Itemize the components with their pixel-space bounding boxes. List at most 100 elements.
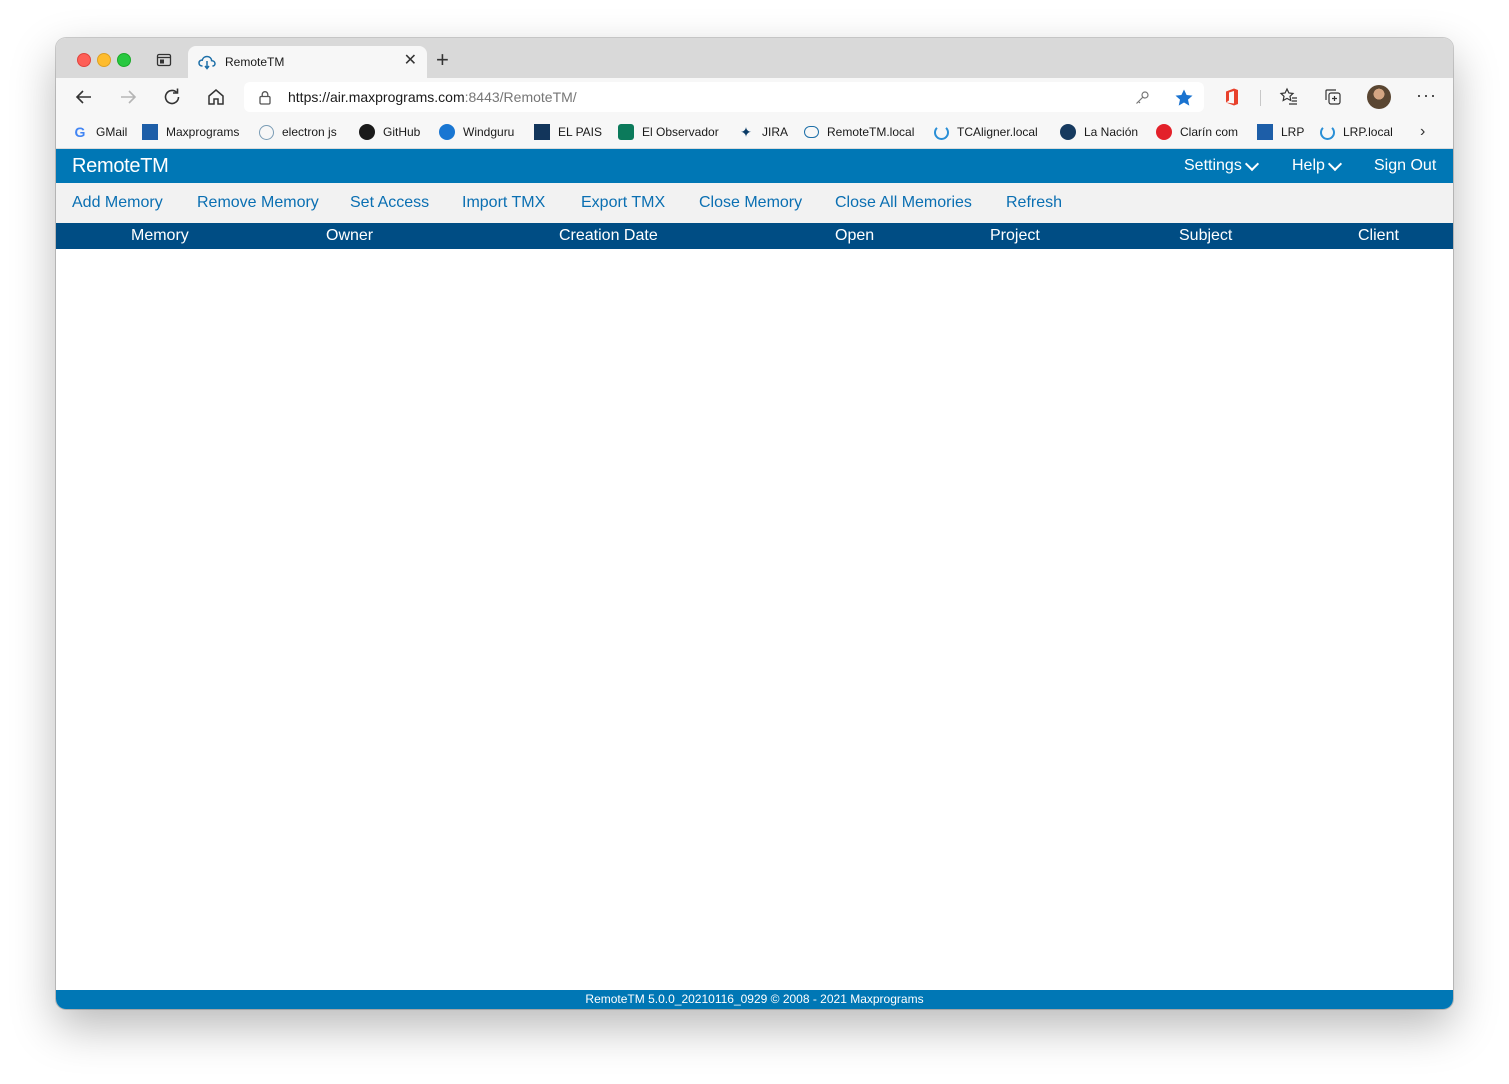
new-tab-icon[interactable]: + xyxy=(436,49,449,71)
bookmark-label: EL PAIS xyxy=(558,125,603,139)
chevron-down-icon xyxy=(1244,156,1259,172)
settings-menu[interactable]: Settings xyxy=(1184,156,1259,175)
set-access-link[interactable]: Set Access xyxy=(350,194,429,212)
bookmark-maxprograms[interactable]: Maxprograms xyxy=(142,122,239,142)
help-menu[interactable]: Help xyxy=(1292,156,1342,175)
column-header-open[interactable]: Open xyxy=(835,227,874,245)
browser-toolbar: https://air.maxprograms.com:8443/RemoteT… xyxy=(56,78,1453,116)
url-host: https://air.maxprograms.com xyxy=(288,89,465,105)
bookmark-remotetm-local[interactable]: RemoteTM.local xyxy=(804,122,914,142)
bookmark-label: JIRA xyxy=(762,125,789,139)
favorites-icon[interactable] xyxy=(1279,87,1299,107)
maximize-window-button[interactable] xyxy=(117,53,131,67)
collections-icon[interactable] xyxy=(1323,87,1343,107)
clarin-icon xyxy=(1156,124,1172,140)
back-icon[interactable] xyxy=(73,86,95,108)
sign-out-link[interactable]: Sign Out xyxy=(1374,157,1436,175)
close-window-button[interactable] xyxy=(77,53,91,67)
url-text: https://air.maxprograms.com:8443/RemoteT… xyxy=(288,89,577,105)
column-header-project[interactable]: Project xyxy=(990,227,1040,245)
lrp-icon xyxy=(1257,124,1273,140)
electron-icon xyxy=(259,124,274,140)
close-tab-icon[interactable]: ✕ xyxy=(404,53,417,69)
column-header-subject[interactable]: Subject xyxy=(1179,227,1232,245)
lock-icon[interactable] xyxy=(258,90,272,105)
bookmark-tcaligner-local[interactable]: TCAligner.local xyxy=(934,122,1038,142)
forward-icon[interactable] xyxy=(117,86,139,108)
bookmark-label: LRP.local xyxy=(1343,125,1393,139)
remove-memory-link[interactable]: Remove Memory xyxy=(197,194,319,212)
app-footer: RemoteTM 5.0.0_20210116_0929 © 2008 - 20… xyxy=(56,990,1453,1009)
tcaligner-icon xyxy=(934,124,949,140)
column-header-memory[interactable]: Memory xyxy=(131,227,189,245)
close-memory-link[interactable]: Close Memory xyxy=(699,194,802,212)
key-icon[interactable] xyxy=(1134,90,1150,106)
bookmark-clarin[interactable]: Clarín com xyxy=(1156,122,1238,142)
elobservador-icon xyxy=(618,124,634,140)
lanacion-icon xyxy=(1060,124,1076,140)
bookmark-label: GitHub xyxy=(383,125,421,139)
close-all-memories-link[interactable]: Close All Memories xyxy=(835,194,972,212)
bookmark-gmail[interactable]: G GMail xyxy=(72,122,128,142)
chevron-down-icon xyxy=(1327,156,1342,172)
column-header-owner[interactable]: Owner xyxy=(326,227,373,245)
import-tmx-link[interactable]: Import TMX xyxy=(462,194,545,212)
bookmark-elobservador[interactable]: El Observador xyxy=(618,122,719,142)
bookmark-lrp-local[interactable]: LRP.local xyxy=(1320,122,1393,142)
sign-out-label: Sign Out xyxy=(1374,157,1437,174)
bookmark-lanacion[interactable]: La Nación xyxy=(1060,122,1138,142)
home-icon[interactable] xyxy=(205,86,227,108)
refresh-link[interactable]: Refresh xyxy=(1006,194,1062,212)
tab-title: RemoteTM xyxy=(225,55,285,69)
bookmark-label: electron js xyxy=(282,125,337,139)
bookmark-jira[interactable]: ✦ JIRA xyxy=(738,122,788,142)
memory-table-header: Memory Owner Creation Date Open Project … xyxy=(56,223,1453,249)
bookmark-label: Windguru xyxy=(463,125,515,139)
cloud-sync-icon xyxy=(198,55,216,70)
elpais-icon xyxy=(534,124,550,140)
help-menu-label: Help xyxy=(1292,157,1325,174)
chevron-right-icon[interactable]: › xyxy=(1420,123,1425,141)
column-header-client[interactable]: Client xyxy=(1358,227,1399,245)
bookmark-label: TCAligner.local xyxy=(957,125,1038,139)
remotetm-icon xyxy=(804,126,819,138)
settings-menu-label: Settings xyxy=(1184,157,1242,174)
address-bar[interactable]: https://air.maxprograms.com:8443/RemoteT… xyxy=(244,82,1204,112)
bookmark-label: El Observador xyxy=(642,125,719,139)
action-bar: Add Memory Remove Memory Set Access Impo… xyxy=(56,183,1453,223)
jira-icon: ✦ xyxy=(740,124,752,140)
profile-avatar[interactable] xyxy=(1367,85,1391,109)
github-icon xyxy=(359,124,375,140)
google-icon: G xyxy=(74,124,86,140)
export-tmx-link[interactable]: Export TMX xyxy=(581,194,665,212)
add-memory-link[interactable]: Add Memory xyxy=(72,194,163,212)
minimize-window-button[interactable] xyxy=(97,53,111,67)
reload-icon[interactable] xyxy=(161,86,183,108)
bookmark-electron[interactable]: electron js xyxy=(259,122,337,142)
tab-remotetm[interactable]: RemoteTM ✕ xyxy=(188,46,427,78)
bookmark-lrp[interactable]: LRP xyxy=(1257,122,1304,142)
office-icon[interactable] xyxy=(1222,87,1242,107)
favorite-star-icon[interactable] xyxy=(1174,88,1194,108)
app-header: RemoteTM Settings Help Sign Out xyxy=(56,149,1453,183)
bookmark-label: GMail xyxy=(96,125,128,139)
tab-actions-icon[interactable] xyxy=(156,52,172,68)
url-path: :8443/RemoteTM/ xyxy=(464,89,577,105)
bookmarks-bar: G GMail Maxprograms electron js GitHub W… xyxy=(56,116,1453,149)
browser-window: RemoteTM ✕ + https://air.maxprograms.com… xyxy=(56,38,1453,1009)
bookmark-label: Maxprograms xyxy=(166,125,240,139)
bookmark-elpais[interactable]: EL PAIS xyxy=(534,122,602,142)
bookmark-label: La Nación xyxy=(1084,125,1139,139)
app-brand: RemoteTM xyxy=(72,155,169,177)
bookmark-label: RemoteTM.local xyxy=(827,125,915,139)
bookmark-windguru[interactable]: Windguru xyxy=(439,122,514,142)
bookmark-github[interactable]: GitHub xyxy=(359,122,420,142)
lrplocal-icon xyxy=(1320,124,1335,140)
bookmark-label: LRP xyxy=(1281,125,1305,139)
maxprograms-icon xyxy=(142,124,158,140)
more-options-icon[interactable]: ··· xyxy=(1416,85,1437,106)
bookmark-label: Clarín com xyxy=(1180,125,1239,139)
toolbar-divider xyxy=(1260,90,1261,106)
tab-strip: RemoteTM ✕ + xyxy=(56,38,1453,78)
column-header-creation-date[interactable]: Creation Date xyxy=(559,227,658,245)
